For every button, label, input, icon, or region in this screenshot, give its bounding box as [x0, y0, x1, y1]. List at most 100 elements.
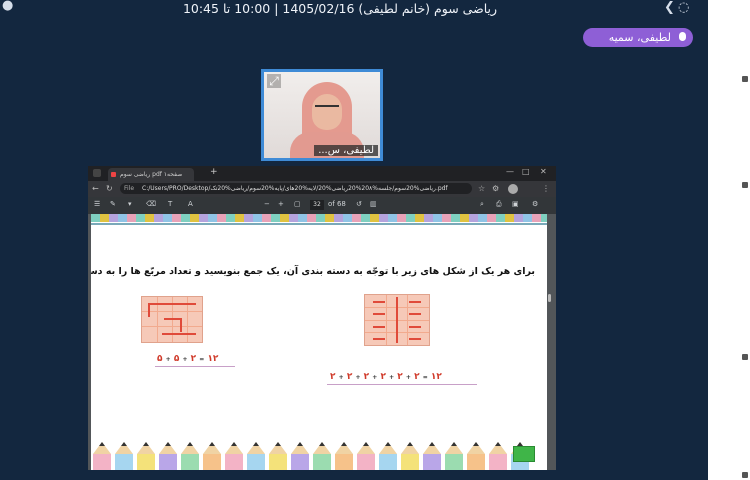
eq-op: + [389, 374, 395, 381]
search-icon[interactable]: ⌕ [480, 200, 484, 209]
pdf-toolbar: ☰ ✎ ▾ ⌫ T A − + ▢ 32 of 68 ↺ ▥ ⌕ ⎙ ▣ ⚙ [88, 197, 556, 214]
url-field[interactable]: File C:/Users/PRO/Desktop/ریاضی%20سوم/جل… [120, 183, 472, 194]
close-icon[interactable]: ✕ [540, 167, 547, 176]
left-square-grid [141, 296, 203, 343]
answer-line [327, 384, 477, 385]
active-speaker-name: لطیفی، سمیه [608, 31, 671, 44]
more-menu-icon[interactable]: ⋮ [542, 184, 550, 193]
zoom-in-icon[interactable]: + [278, 200, 284, 208]
eq-op: + [338, 374, 344, 381]
panel-marker [742, 76, 748, 82]
pencil-decoration [335, 442, 353, 470]
erase-icon[interactable]: ⌫ [146, 200, 156, 208]
zoom-out-icon[interactable]: − [264, 200, 270, 208]
eq-op: + [372, 374, 378, 381]
page-number-field[interactable]: 32 [310, 200, 324, 210]
eq-term: ۲ [397, 372, 403, 382]
pencil-decoration [489, 442, 507, 470]
pdf-scrollbar-thumb[interactable] [548, 294, 551, 302]
group-mark [373, 313, 385, 315]
eq-term: ۲ [330, 372, 336, 382]
pencil-decoration [423, 442, 441, 470]
participant-face [312, 94, 342, 130]
eq-term: ۲ [346, 372, 353, 382]
browser-menu-icon[interactable] [93, 169, 101, 177]
active-speaker-badge[interactable]: لطیفی، سمیه [583, 28, 693, 47]
panel-marker [742, 354, 748, 360]
pencil-decoration [225, 442, 243, 470]
meeting-title: ریاضی سوم (خانم لطیفی) 1405/02/16 | 10:0… [182, 1, 498, 16]
chevron-left-icon[interactable]: ❮ [664, 0, 675, 15]
back-arrow-icon[interactable]: ← [92, 184, 99, 193]
pdf-viewer[interactable]: برای هر یک از شکل های زیر با توجّه به دس… [88, 214, 556, 470]
pencil-decoration [115, 442, 133, 470]
pencil-decoration [137, 442, 155, 470]
text-icon[interactable]: T [168, 200, 172, 208]
pencil-decoration [159, 442, 177, 470]
maximize-icon[interactable]: □ [522, 167, 530, 176]
profile-avatar[interactable] [508, 184, 518, 194]
meeting-stage: ● ریاضی سوم (خانم لطیفی) 1405/02/16 | 10… [0, 0, 708, 480]
pdf-page: برای هر یک از شکل های زیر با توجّه به دس… [91, 214, 547, 470]
eq-op: + [165, 356, 171, 363]
participant-glasses [315, 105, 339, 111]
participant-name-label: لطیفی، س... [314, 145, 378, 156]
star-icon[interactable]: ☆ [478, 184, 485, 193]
url-scheme-label: File [124, 185, 135, 192]
pdf-favicon-icon [111, 172, 116, 177]
eq-op: + [182, 356, 188, 363]
pencil-decoration [313, 442, 331, 470]
browser-address-bar: ← ↻ File C:/Users/PRO/Desktop/ریاضی%20سو… [88, 181, 556, 197]
back-icon[interactable]: ● [2, 0, 13, 13]
print-icon[interactable]: ⎙ [496, 200, 502, 209]
group-divider [396, 297, 398, 343]
pencil-decoration [269, 442, 287, 470]
two-page-icon[interactable]: ▥ [370, 200, 377, 208]
extensions-icon[interactable]: ⚙ [492, 184, 499, 193]
settings-icon[interactable]: ⚙ [532, 200, 538, 208]
rotate-icon[interactable]: ↺ [356, 200, 362, 208]
browser-tabbar: ریاضی سوم pdf ۱صفحه + — □ ✕ [88, 166, 556, 181]
right-square-grid [364, 294, 430, 346]
eq-op: + [355, 374, 361, 381]
participant-video-tile[interactable]: ⤢ لطیفی، س... [261, 69, 383, 161]
pencil-decoration [357, 442, 375, 470]
new-tab-icon[interactable]: + [210, 167, 218, 177]
expand-icon[interactable]: ⤢ [267, 74, 281, 88]
draw-icon[interactable]: ✎ [110, 200, 116, 208]
grid-line [407, 295, 408, 345]
read-aloud-icon[interactable]: A [188, 200, 193, 208]
pencil-decoration [467, 442, 485, 470]
group-mark [373, 338, 385, 340]
refresh-icon[interactable]: ↻ [106, 184, 113, 193]
panel-marker [742, 472, 748, 478]
eq-term: ۵ [157, 354, 163, 364]
save-icon[interactable]: ▣ [512, 200, 519, 208]
browser-tab[interactable]: ریاضی سوم pdf ۱صفحه [108, 168, 194, 181]
screen-share-window[interactable]: ریاضی سوم pdf ۱صفحه + — □ ✕ ← ↻ File C:/… [88, 166, 556, 470]
right-equation: ۲ + ۲ + ۲ + ۲ + ۲ + ۲ = ۱۲ [330, 372, 442, 382]
group-outline [148, 303, 196, 305]
page-total: of 68 [328, 200, 346, 208]
decorative-rule [91, 223, 547, 225]
group-mark [409, 326, 421, 328]
fit-page-icon[interactable]: ▢ [294, 200, 301, 208]
meeting-topbar: ● ریاضی سوم (خانم لطیفی) 1405/02/16 | 10… [0, 0, 708, 18]
highlight-icon[interactable]: ▾ [128, 200, 132, 208]
grid-line [386, 295, 387, 345]
group-outline [148, 303, 150, 317]
eq-term: ۵ [173, 354, 180, 364]
eq-term: ۲ [414, 372, 420, 382]
left-equation: ۵ + ۵ + ۲ = ۱۲ [157, 354, 218, 364]
panel-marker [742, 182, 748, 188]
pencil-decoration [93, 442, 111, 470]
minimize-icon[interactable]: — [506, 167, 514, 176]
pencil-decoration [379, 442, 397, 470]
group-outline [162, 333, 196, 335]
eq-op: = [199, 356, 205, 363]
outline-icon[interactable]: ☰ [94, 200, 100, 208]
worksheet-question: برای هر یک از شکل های زیر با توجّه به دس… [91, 266, 535, 277]
user-icon[interactable]: ◌ [678, 0, 689, 15]
url-text: C:/Users/PRO/Desktop/ریاضی%20سوم/جلسه%20… [142, 185, 448, 192]
eq-term: ۲ [363, 372, 370, 382]
